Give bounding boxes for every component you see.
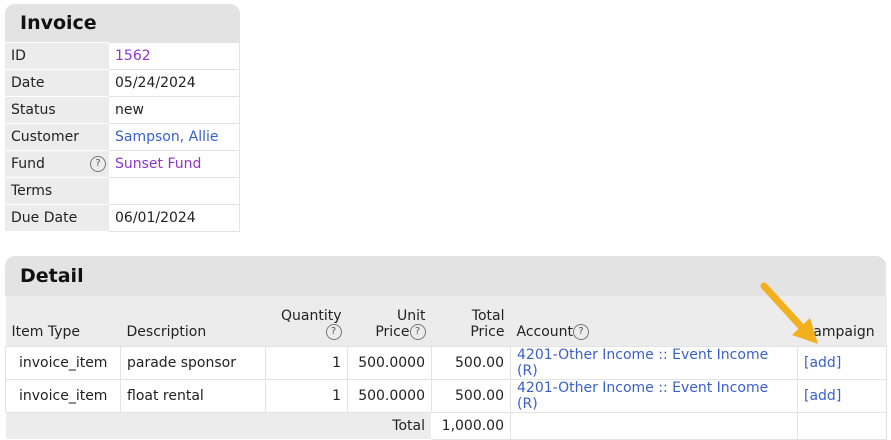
total-label: Total	[5, 412, 432, 440]
field-label-terms: Terms	[5, 177, 109, 205]
invoice-title: Invoice	[5, 4, 240, 42]
field-label-fund: Fund	[11, 156, 45, 172]
table-row: invoice_item float rental 1 500.0000 500…	[5, 379, 887, 413]
total-value: 1,000.00	[431, 412, 511, 440]
total-price-label-line2: Price	[470, 324, 505, 340]
campaign-add-link[interactable]: [add]	[804, 355, 841, 371]
unit-price-cell: 500.0000	[347, 379, 432, 413]
item-type-cell: invoice_item	[5, 346, 121, 380]
invoice-row-terms: Terms	[5, 177, 240, 205]
detail-panel: Detail Item Type Description Quantity? U…	[5, 256, 887, 440]
account-link[interactable]: 4201-Other Income :: Event Income (R)	[517, 347, 768, 379]
help-icon[interactable]: ?	[90, 156, 106, 172]
total-campaign-empty	[797, 412, 887, 440]
invoice-fields-table: ID 1562 Date 05/24/2024 Status new Custo…	[5, 42, 240, 232]
detail-title: Detail	[5, 256, 886, 296]
campaign-add-link[interactable]: [add]	[804, 388, 841, 404]
invoice-id-link[interactable]: 1562	[115, 48, 151, 64]
unit-price-cell: 500.0000	[347, 346, 432, 380]
account-link[interactable]: 4201-Other Income :: Event Income (R)	[517, 380, 768, 412]
unit-price-label-line2: Price	[375, 324, 410, 340]
fund-link[interactable]: Sunset Fund	[115, 156, 201, 172]
annotation-arrow-icon	[760, 282, 818, 344]
invoice-row-fund: Fund ? Sunset Fund	[5, 150, 240, 178]
help-icon[interactable]: ?	[573, 324, 590, 340]
total-price-label-line1: Total	[471, 308, 505, 324]
item-type-cell: invoice_item	[5, 379, 121, 413]
quantity-cell: 1	[265, 379, 348, 413]
col-header-description: Description	[120, 296, 266, 347]
quantity-cell: 1	[265, 346, 348, 380]
col-header-account: Account?	[510, 296, 798, 347]
col-header-quantity: Quantity?	[265, 296, 348, 347]
table-row: invoice_item parade sponsor 1 500.0000 5…	[5, 346, 887, 380]
help-icon[interactable]: ?	[409, 324, 426, 340]
total-price-cell: 500.00	[431, 379, 511, 413]
invoice-date-value: 05/24/2024	[109, 69, 240, 97]
col-header-total-price: Total Price	[431, 296, 511, 347]
description-cell: parade sponsor	[120, 346, 266, 380]
invoice-row-status: Status new	[5, 96, 240, 124]
total-account-empty	[510, 412, 798, 440]
detail-table: Item Type Description Quantity? Unit Pri…	[5, 296, 887, 440]
field-label-due-date: Due Date	[5, 204, 109, 232]
account-label: Account	[516, 324, 574, 340]
total-row: Total 1,000.00	[5, 412, 887, 440]
total-price-cell: 500.00	[431, 346, 511, 380]
col-header-item-type: Item Type	[5, 296, 121, 347]
help-icon[interactable]: ?	[325, 324, 342, 340]
detail-header-row: Item Type Description Quantity? Unit Pri…	[5, 296, 887, 347]
field-label-id: ID	[5, 42, 109, 70]
field-label-status: Status	[5, 96, 109, 124]
invoice-row-due-date: Due Date 06/01/2024	[5, 204, 240, 232]
invoice-terms-value	[109, 177, 240, 205]
field-label-customer: Customer	[5, 123, 109, 151]
field-label-date: Date	[5, 69, 109, 97]
customer-link[interactable]: Sampson, Allie	[115, 129, 218, 145]
col-header-unit-price: Unit Price?	[347, 296, 432, 347]
unit-price-label-line1: Unit	[397, 308, 426, 324]
invoice-status-value: new	[109, 96, 240, 124]
description-cell: float rental	[120, 379, 266, 413]
quantity-label: Quantity	[281, 308, 342, 324]
invoice-row-date: Date 05/24/2024	[5, 69, 240, 97]
invoice-due-date-value: 06/01/2024	[109, 204, 240, 232]
invoice-row-customer: Customer Sampson, Allie	[5, 123, 240, 151]
invoice-row-id: ID 1562	[5, 42, 240, 70]
invoice-panel: Invoice ID 1562 Date 05/24/2024 Status n…	[5, 4, 240, 232]
